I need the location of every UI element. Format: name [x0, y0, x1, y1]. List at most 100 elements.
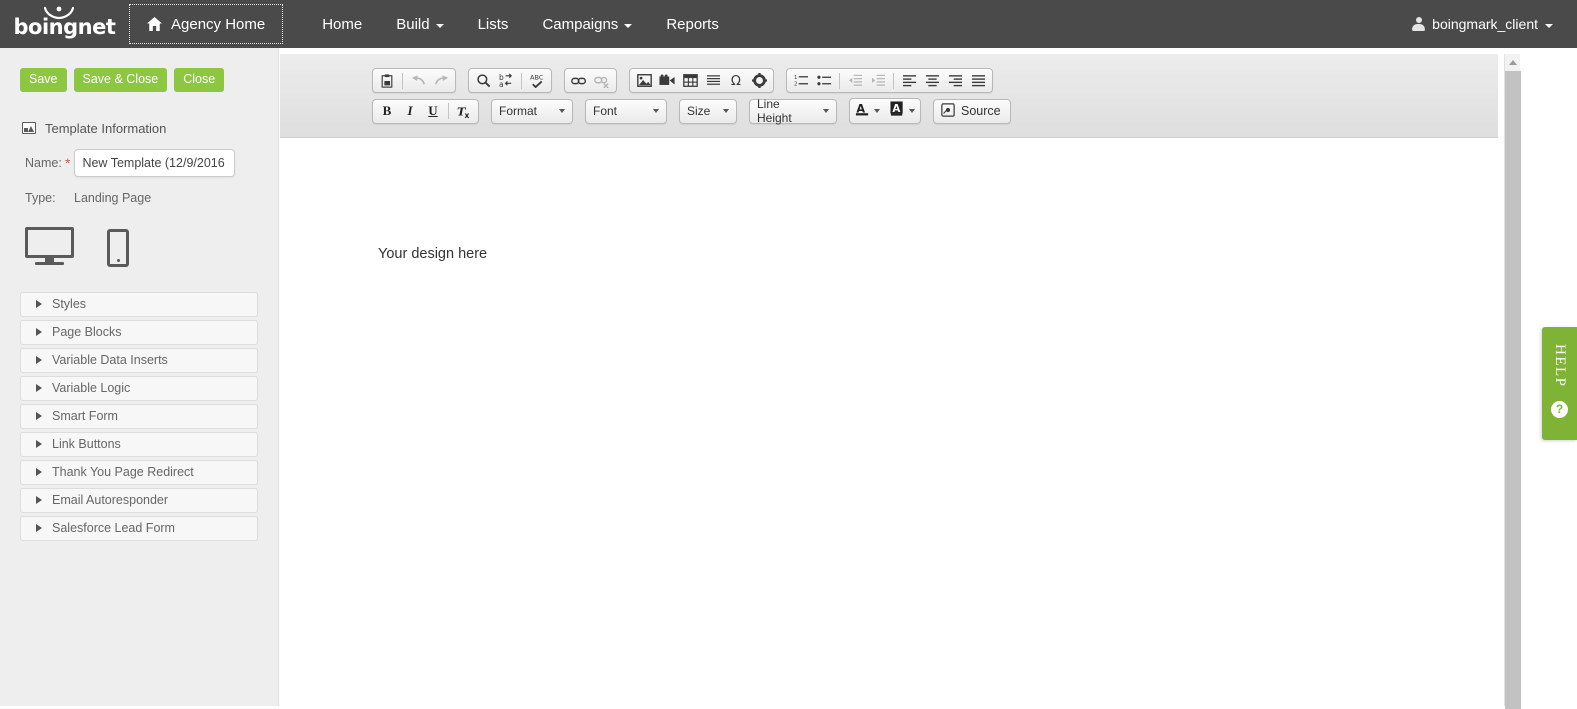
- accordion-item-variable-data-inserts[interactable]: Variable Data Inserts: [20, 347, 258, 373]
- align-center-icon[interactable]: [921, 71, 943, 90]
- accordion-label: Variable Data Inserts: [52, 353, 168, 367]
- toolbar-separator: [521, 72, 522, 89]
- brand-logo[interactable]: boingnet: [0, 0, 125, 48]
- toolbar-row-1: b a ABC Ω 1 2: [372, 68, 993, 93]
- video-icon[interactable]: [656, 71, 678, 90]
- accordion-item-styles[interactable]: Styles: [20, 291, 258, 317]
- unlink-icon[interactable]: [591, 71, 613, 90]
- table-icon[interactable]: [679, 71, 701, 90]
- accordion-item-email-autoresponder[interactable]: Email Autoresponder: [20, 487, 258, 513]
- italic-label: I: [407, 103, 413, 118]
- scrollbar-thumb[interactable]: [1505, 71, 1521, 709]
- chevron-right-icon: [36, 440, 42, 448]
- nav-item-reports[interactable]: Reports: [649, 0, 736, 48]
- help-tab-label: HELP: [1552, 344, 1568, 388]
- undo-icon[interactable]: [407, 71, 429, 90]
- text-color-button[interactable]: A: [853, 101, 882, 121]
- template-name-input[interactable]: [74, 148, 236, 177]
- user-account-name: boingmark_client: [1432, 16, 1538, 32]
- action-button-row: Save Save & Close Close: [0, 48, 278, 92]
- accordion-label: Link Buttons: [52, 437, 121, 451]
- link-icon[interactable]: [568, 71, 590, 90]
- accordion-item-page-blocks[interactable]: Page Blocks: [20, 319, 258, 345]
- chevron-right-icon: [36, 468, 42, 476]
- spellcheck-icon[interactable]: ABC: [526, 71, 548, 90]
- align-justify-icon[interactable]: [967, 71, 989, 90]
- line-height-dropdown-label: Line Height: [757, 97, 792, 125]
- nav-item-campaigns-label: Campaigns: [542, 15, 619, 33]
- nav-tab-agency-home-label: Agency Home: [171, 15, 266, 33]
- find-icon[interactable]: [472, 71, 494, 90]
- special-character-icon[interactable]: Ω: [725, 71, 747, 90]
- toolbar-group-search: b a ABC: [468, 68, 552, 93]
- horizontal-rule-icon[interactable]: [702, 71, 724, 90]
- chevron-right-icon: [36, 300, 42, 308]
- paste-icon[interactable]: [376, 71, 398, 90]
- close-button[interactable]: Close: [174, 68, 225, 92]
- monitor-icon[interactable]: [25, 226, 74, 267]
- template-type-label: Type:: [25, 190, 56, 205]
- font-dropdown[interactable]: Font: [585, 98, 667, 124]
- svg-text:Ω: Ω: [730, 74, 740, 88]
- save-and-close-button[interactable]: Save & Close: [73, 68, 168, 92]
- nav-item-campaigns[interactable]: Campaigns: [525, 0, 649, 48]
- nav-item-lists[interactable]: Lists: [461, 0, 526, 48]
- remove-format-icon[interactable]: T x: [453, 102, 475, 121]
- nav-item-build-label: Build: [396, 15, 430, 33]
- user-account-menu[interactable]: boingmark_client: [1412, 0, 1577, 48]
- accordion-item-thank-you-page-redirect[interactable]: Thank You Page Redirect: [20, 459, 258, 485]
- italic-button[interactable]: I: [399, 102, 421, 121]
- device-preview-toggle-row: [25, 226, 278, 267]
- align-left-icon[interactable]: [898, 71, 920, 90]
- background-color-button[interactable]: A: [888, 101, 917, 121]
- accordion-label: Variable Logic: [52, 381, 131, 395]
- underline-button[interactable]: U: [422, 102, 444, 121]
- user-icon: [1412, 17, 1426, 31]
- accordion-label: Smart Form: [52, 409, 118, 423]
- required-indicator: *: [65, 154, 71, 171]
- image-icon[interactable]: [633, 71, 655, 90]
- template-name-row: Name: *: [25, 148, 278, 177]
- help-tab[interactable]: HELP ?: [1542, 327, 1577, 440]
- accordion-item-variable-logic[interactable]: Variable Logic: [20, 375, 258, 401]
- accordion-item-salesforce-lead-form[interactable]: Salesforce Lead Form: [20, 515, 258, 541]
- font-dropdown-label: Font: [593, 104, 618, 118]
- nav-item-home[interactable]: Home: [305, 0, 379, 48]
- indent-icon[interactable]: [867, 71, 889, 90]
- underline-label: U: [428, 103, 438, 118]
- format-dropdown-label: Format: [499, 104, 538, 118]
- size-dropdown[interactable]: Size: [679, 98, 737, 124]
- redo-icon[interactable]: [430, 71, 452, 90]
- svg-text:a: a: [499, 80, 504, 88]
- editor-canvas[interactable]: Your design here: [280, 139, 1498, 706]
- mobile-icon[interactable]: [107, 228, 129, 267]
- source-button[interactable]: Source: [933, 98, 1011, 124]
- svg-text:A: A: [892, 103, 900, 115]
- settings-gear-icon[interactable]: [748, 71, 770, 90]
- left-sidebar: Save Save & Close Close Template Informa…: [0, 48, 279, 706]
- chevron-down-icon: [653, 109, 659, 113]
- align-right-icon[interactable]: [944, 71, 966, 90]
- numbered-list-icon[interactable]: 1 2: [790, 71, 812, 90]
- editor-vertical-scrollbar[interactable]: [1504, 54, 1521, 709]
- nav-tab-agency-home[interactable]: Agency Home: [129, 4, 284, 44]
- size-dropdown-label: Size: [687, 104, 711, 118]
- chevron-down-icon: [1545, 23, 1553, 28]
- picture-icon: [22, 122, 36, 134]
- replace-icon[interactable]: b a: [495, 71, 517, 90]
- scroll-up-arrow-icon[interactable]: [1505, 54, 1521, 70]
- accordion-label: Salesforce Lead Form: [52, 521, 175, 535]
- accordion-item-smart-form[interactable]: Smart Form: [20, 403, 258, 429]
- nav-item-build[interactable]: Build: [379, 0, 460, 48]
- chevron-right-icon: [36, 384, 42, 392]
- accordion-item-link-buttons[interactable]: Link Buttons: [20, 431, 258, 457]
- chevron-down-icon: [823, 109, 829, 113]
- outdent-icon[interactable]: [844, 71, 866, 90]
- bold-button[interactable]: B: [376, 102, 398, 121]
- accordion-label: Email Autoresponder: [52, 493, 169, 507]
- brand-name: boingnet: [13, 15, 116, 39]
- save-button[interactable]: Save: [20, 68, 67, 92]
- bulleted-list-icon[interactable]: [813, 71, 835, 90]
- format-dropdown[interactable]: Format: [491, 98, 573, 124]
- line-height-dropdown[interactable]: Line Height: [749, 97, 837, 125]
